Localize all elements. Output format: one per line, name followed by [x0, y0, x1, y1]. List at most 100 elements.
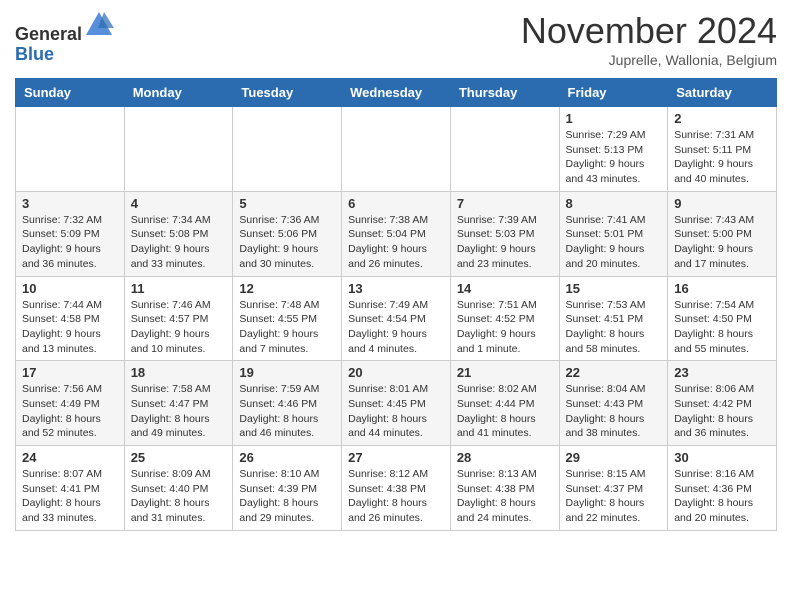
- table-row: 23 Sunrise: 8:06 AM Sunset: 4:42 PM Dayli…: [668, 361, 777, 446]
- day-number: 14: [457, 281, 553, 296]
- day-number: 3: [22, 196, 118, 211]
- day-number: 6: [348, 196, 444, 211]
- logo-blue-text: Blue: [15, 44, 54, 64]
- day-number: 13: [348, 281, 444, 296]
- table-row: 17 Sunrise: 7:56 AM Sunset: 4:49 PM Dayli…: [16, 361, 125, 446]
- table-row: 9Sunrise: 7:43 AM Sunset: 5:00 PM Daylig…: [668, 191, 777, 276]
- table-row: 22Sunrise: 8:04 AM Sunset: 4:43 PM Dayli…: [559, 361, 668, 446]
- day-number: 22: [566, 365, 662, 380]
- calendar-week-row: 10Sunrise: 7:44 AM Sunset: 4:58 PM Dayli…: [16, 276, 777, 361]
- col-thursday: Thursday: [450, 79, 559, 107]
- day-info: Sunrise: 8:09 AM Sunset: 4:40 PM Dayligh…: [131, 467, 227, 526]
- col-tuesday: Tuesday: [233, 79, 342, 107]
- day-info: Sunrise: 7:38 AM Sunset: 5:04 PM Dayligh…: [348, 213, 444, 272]
- logo: General Blue: [15, 10, 114, 65]
- day-number: 4: [131, 196, 227, 211]
- day-info: Sunrise: 8:15 AM Sunset: 4:37 PM Dayligh…: [566, 467, 662, 526]
- day-number: 8: [566, 196, 662, 211]
- month-title: November 2024: [521, 10, 777, 52]
- table-row: [450, 107, 559, 192]
- table-row: [342, 107, 451, 192]
- table-row: 13 Sunrise: 7:49 AM Sunset: 4:54 PM Dayli…: [342, 276, 451, 361]
- day-info: Sunrise: 7:32 AM Sunset: 5:09 PM Dayligh…: [22, 213, 118, 272]
- calendar-header-row: Sunday Monday Tuesday Wednesday Thursday…: [16, 79, 777, 107]
- main-container: General Blue November 2024 Juprelle, Wal…: [0, 0, 792, 541]
- table-row: 4Sunrise: 7:34 AM Sunset: 5:08 PM Daylig…: [124, 191, 233, 276]
- table-row: 28 Sunrise: 8:13 AM Sunset: 4:38 PM Dayli…: [450, 446, 559, 531]
- table-row: 6 Sunrise: 7:38 AM Sunset: 5:04 PM Daylig…: [342, 191, 451, 276]
- table-row: 26 Sunrise: 8:10 AM Sunset: 4:39 PM Dayli…: [233, 446, 342, 531]
- day-number: 24: [22, 450, 118, 465]
- day-info: Sunrise: 7:58 AM Sunset: 4:47 PM Dayligh…: [131, 382, 227, 441]
- day-info: Sunrise: 7:53 AM Sunset: 4:51 PM Dayligh…: [566, 298, 662, 357]
- table-row: 5 Sunrise: 7:36 AM Sunset: 5:06 PM Daylig…: [233, 191, 342, 276]
- calendar-week-row: 17 Sunrise: 7:56 AM Sunset: 4:49 PM Dayli…: [16, 361, 777, 446]
- table-row: [124, 107, 233, 192]
- day-info: Sunrise: 7:39 AM Sunset: 5:03 PM Dayligh…: [457, 213, 553, 272]
- day-number: 25: [131, 450, 227, 465]
- day-number: 17: [22, 365, 118, 380]
- table-row: 8 Sunrise: 7:41 AM Sunset: 5:01 PM Daylig…: [559, 191, 668, 276]
- day-info: Sunrise: 8:13 AM Sunset: 4:38 PM Dayligh…: [457, 467, 553, 526]
- table-row: 19Sunrise: 7:59 AM Sunset: 4:46 PM Dayli…: [233, 361, 342, 446]
- table-row: 3 Sunrise: 7:32 AM Sunset: 5:09 PM Daylig…: [16, 191, 125, 276]
- location: Juprelle, Wallonia, Belgium: [521, 52, 777, 68]
- day-number: 1: [566, 111, 662, 126]
- day-number: 11: [131, 281, 227, 296]
- col-friday: Friday: [559, 79, 668, 107]
- day-info: Sunrise: 7:54 AM Sunset: 4:50 PM Dayligh…: [674, 298, 770, 357]
- table-row: 25 Sunrise: 8:09 AM Sunset: 4:40 PM Dayli…: [124, 446, 233, 531]
- table-row: [16, 107, 125, 192]
- table-row: 16 Sunrise: 7:54 AM Sunset: 4:50 PM Dayli…: [668, 276, 777, 361]
- table-row: [233, 107, 342, 192]
- day-info: Sunrise: 7:49 AM Sunset: 4:54 PM Dayligh…: [348, 298, 444, 357]
- day-number: 18: [131, 365, 227, 380]
- day-info: Sunrise: 8:07 AM Sunset: 4:41 PM Dayligh…: [22, 467, 118, 526]
- day-info: Sunrise: 7:41 AM Sunset: 5:01 PM Dayligh…: [566, 213, 662, 272]
- calendar-week-row: 24 Sunrise: 8:07 AM Sunset: 4:41 PM Dayli…: [16, 446, 777, 531]
- day-info: Sunrise: 7:31 AM Sunset: 5:11 PM Dayligh…: [674, 128, 770, 187]
- col-monday: Monday: [124, 79, 233, 107]
- day-number: 15: [566, 281, 662, 296]
- table-row: 15 Sunrise: 7:53 AM Sunset: 4:51 PM Dayli…: [559, 276, 668, 361]
- day-number: 26: [239, 450, 335, 465]
- day-number: 20: [348, 365, 444, 380]
- day-info: Sunrise: 8:06 AM Sunset: 4:42 PM Dayligh…: [674, 382, 770, 441]
- day-info: Sunrise: 7:59 AM Sunset: 4:46 PM Dayligh…: [239, 382, 335, 441]
- day-info: Sunrise: 7:36 AM Sunset: 5:06 PM Dayligh…: [239, 213, 335, 272]
- table-row: 11 Sunrise: 7:46 AM Sunset: 4:57 PM Dayli…: [124, 276, 233, 361]
- day-number: 2: [674, 111, 770, 126]
- header: General Blue November 2024 Juprelle, Wal…: [15, 10, 777, 68]
- table-row: 2 Sunrise: 7:31 AM Sunset: 5:11 PM Daylig…: [668, 107, 777, 192]
- day-number: 28: [457, 450, 553, 465]
- day-number: 30: [674, 450, 770, 465]
- table-row: 24 Sunrise: 8:07 AM Sunset: 4:41 PM Dayli…: [16, 446, 125, 531]
- day-number: 23: [674, 365, 770, 380]
- table-row: 20Sunrise: 8:01 AM Sunset: 4:45 PM Dayli…: [342, 361, 451, 446]
- day-info: Sunrise: 7:46 AM Sunset: 4:57 PM Dayligh…: [131, 298, 227, 357]
- day-info: Sunrise: 8:02 AM Sunset: 4:44 PM Dayligh…: [457, 382, 553, 441]
- day-info: Sunrise: 8:12 AM Sunset: 4:38 PM Dayligh…: [348, 467, 444, 526]
- day-number: 10: [22, 281, 118, 296]
- table-row: 14Sunrise: 7:51 AM Sunset: 4:52 PM Dayli…: [450, 276, 559, 361]
- col-sunday: Sunday: [16, 79, 125, 107]
- day-info: Sunrise: 8:10 AM Sunset: 4:39 PM Dayligh…: [239, 467, 335, 526]
- day-info: Sunrise: 7:29 AM Sunset: 5:13 PM Dayligh…: [566, 128, 662, 187]
- calendar-table: Sunday Monday Tuesday Wednesday Thursday…: [15, 78, 777, 531]
- table-row: 27 Sunrise: 8:12 AM Sunset: 4:38 PM Dayli…: [342, 446, 451, 531]
- day-number: 12: [239, 281, 335, 296]
- day-number: 16: [674, 281, 770, 296]
- day-info: Sunrise: 7:43 AM Sunset: 5:00 PM Dayligh…: [674, 213, 770, 272]
- table-row: 1 Sunrise: 7:29 AM Sunset: 5:13 PM Daylig…: [559, 107, 668, 192]
- logo-general-text: General: [15, 24, 82, 44]
- table-row: 30 Sunrise: 8:16 AM Sunset: 4:36 PM Dayli…: [668, 446, 777, 531]
- calendar-week-row: 1 Sunrise: 7:29 AM Sunset: 5:13 PM Daylig…: [16, 107, 777, 192]
- day-number: 29: [566, 450, 662, 465]
- table-row: 18 Sunrise: 7:58 AM Sunset: 4:47 PM Dayli…: [124, 361, 233, 446]
- day-info: Sunrise: 7:56 AM Sunset: 4:49 PM Dayligh…: [22, 382, 118, 441]
- calendar-week-row: 3 Sunrise: 7:32 AM Sunset: 5:09 PM Daylig…: [16, 191, 777, 276]
- day-number: 5: [239, 196, 335, 211]
- table-row: 10Sunrise: 7:44 AM Sunset: 4:58 PM Dayli…: [16, 276, 125, 361]
- day-number: 27: [348, 450, 444, 465]
- day-info: Sunrise: 8:16 AM Sunset: 4:36 PM Dayligh…: [674, 467, 770, 526]
